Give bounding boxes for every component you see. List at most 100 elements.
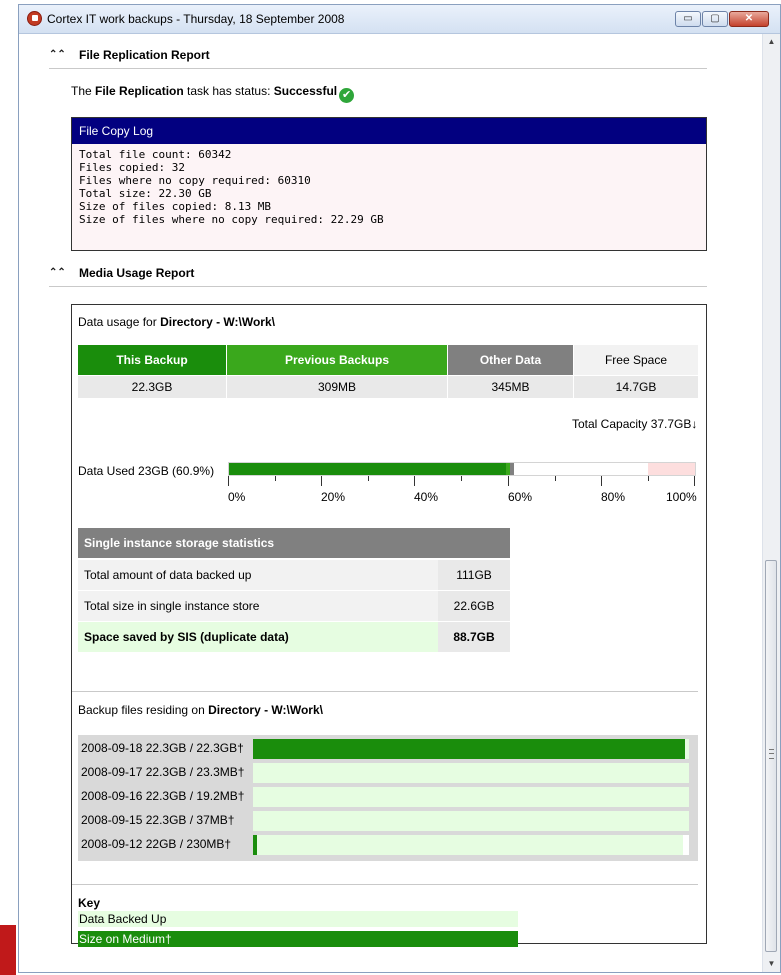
backup-file-row: 2008-09-17 22.3GB / 23.3MB† [78,761,698,783]
usage-value: 345MB [448,376,573,398]
data-usage-prefix: Data usage for [78,315,161,329]
sis-value: 88.7GB [438,622,510,652]
usage-value: 22.3GB [78,376,226,398]
title-bar[interactable]: Cortex IT work backups - Thursday, 18 Se… [19,5,780,34]
axis-label: 60% [508,490,533,504]
usage-bar-segment [229,463,506,475]
axis-tick [321,476,322,486]
sis-value: 22.6GB [438,591,510,621]
divider [72,691,698,692]
key-size-on-medium: Size on Medium† [78,931,518,947]
backup-file-label: 2008-09-17 22.3GB / 23.3MB† [81,765,245,779]
replication-status: The File Replication task has status: Su… [71,84,355,103]
axis-minor-tick [368,476,369,481]
vertical-scrollbar[interactable]: ▲ ▼ [762,34,780,972]
background-app-edge [0,925,16,975]
status-value: Successful [273,84,338,98]
section-title: Media Usage Report [79,266,195,280]
log-line: Files copied: 32 [79,161,185,174]
data-backed-up-fill [253,811,689,831]
data-usage-heading: Data usage for Directory - W:\Work\ [78,315,275,329]
scroll-down-arrow-icon[interactable]: ▼ [763,956,780,972]
backup-files-chart: 2008-09-18 22.3GB / 22.3GB† 2008-09-17 22… [78,735,698,861]
size-on-medium-fill [253,739,685,759]
close-button[interactable]: ✕ [729,11,769,27]
backup-files-heading: Backup files residing on Directory - W:\… [78,703,323,717]
axis-minor-tick [461,476,462,481]
usage-value: 309MB [227,376,447,398]
data-backed-up-fill [253,763,689,783]
backup-file-row: 2008-09-12 22GB / 230MB† [78,833,698,855]
axis-label: 100% [666,490,697,504]
data-used-label: Data Used 23GB (60.9%) [78,464,215,478]
axis-label: 40% [414,490,439,504]
sis-value: 111GB [438,560,510,590]
axis-tick [414,476,415,486]
axis-tick [601,476,602,486]
collapse-icon[interactable]: ⌃⌃ [49,48,66,62]
log-body: Total file count: 60342 Files copied: 32… [72,144,706,250]
backup-file-bar [253,787,689,807]
axis-minor-tick [555,476,556,481]
key-title: Key [78,896,101,910]
log-line: Files where no copy required: 60310 [79,174,311,187]
total-capacity: Total Capacity 37.7GB↓ [572,417,698,431]
sis-label: Total amount of data backed up [84,568,252,582]
usage-header: This Backup [78,345,226,375]
media-usage-panel: Data usage for Directory - W:\Work\ This… [71,304,707,947]
size-on-medium-fill [253,835,257,855]
backup-file-label: 2008-09-18 22.3GB / 22.3GB† [81,741,244,755]
data-backed-up-fill [253,787,689,807]
backup-file-bar [253,739,689,759]
usage-header: Free Space [574,345,698,375]
data-backed-up-fill [253,835,683,855]
sis-title: Single instance storage statistics [78,528,510,558]
report-content: ⌃⌃ File Replication Report The File Repl… [19,34,763,972]
media-usage-header: ⌃⌃ Media Usage Report [49,266,707,287]
usage-header: Previous Backups [227,345,447,375]
backup-files-prefix: Backup files residing on [78,703,209,717]
axis-tick [228,476,229,486]
maximize-button[interactable]: ▢ [702,11,728,27]
sis-row: Total amount of data backed up 111GB [78,560,510,590]
scroll-thumb[interactable] [765,560,777,952]
usage-header: Other Data [448,345,573,375]
cortex-app-icon [27,11,42,26]
directory-label: Directory - W:\Work\ [160,315,275,329]
axis-minor-tick [648,476,649,481]
minimize-button[interactable]: ▭ [675,11,701,27]
axis-tick [508,476,509,486]
collapse-icon[interactable]: ⌃⌃ [49,266,66,280]
task-name: File Replication [95,84,184,98]
status-middle: task has status: [183,84,274,98]
sis-row: Total size in single instance store 22.6… [78,591,510,621]
grip-icon [769,749,774,759]
divider [72,884,698,885]
log-line: Size of files where no copy required: 22… [79,213,384,226]
axis-label: 20% [321,490,346,504]
sis-label: Space saved by SIS (duplicate data) [84,630,289,644]
axis-minor-tick [275,476,276,481]
usage-value: 14.7GB [574,376,698,398]
status-prefix: The [71,84,96,98]
backup-file-bar [253,811,689,831]
usage-bar-segment [510,463,514,475]
axis-label: 0% [228,490,246,504]
log-line: Total file count: 60342 [79,148,232,161]
backup-file-bar [253,835,689,855]
backup-file-label: 2008-09-15 22.3GB / 37MB† [81,813,235,827]
backup-file-bar [253,763,689,783]
backup-file-row: 2008-09-18 22.3GB / 22.3GB† [78,737,698,759]
report-window: Cortex IT work backups - Thursday, 18 Se… [18,4,781,973]
success-check-icon: ✔ [339,88,355,103]
file-replication-header: ⌃⌃ File Replication Report [49,48,707,69]
directory-label: Directory - W:\Work\ [208,703,323,717]
axis-tick [694,476,695,486]
usage-bar [228,462,696,476]
section-title: File Replication Report [79,48,210,62]
axis-label: 80% [601,490,626,504]
scroll-up-arrow-icon[interactable]: ▲ [763,34,780,50]
log-line: Size of files copied: 8.13 MB [79,200,272,213]
backup-file-label: 2008-09-16 22.3GB / 19.2MB† [81,789,245,803]
sis-label: Total size in single instance store [84,599,260,613]
